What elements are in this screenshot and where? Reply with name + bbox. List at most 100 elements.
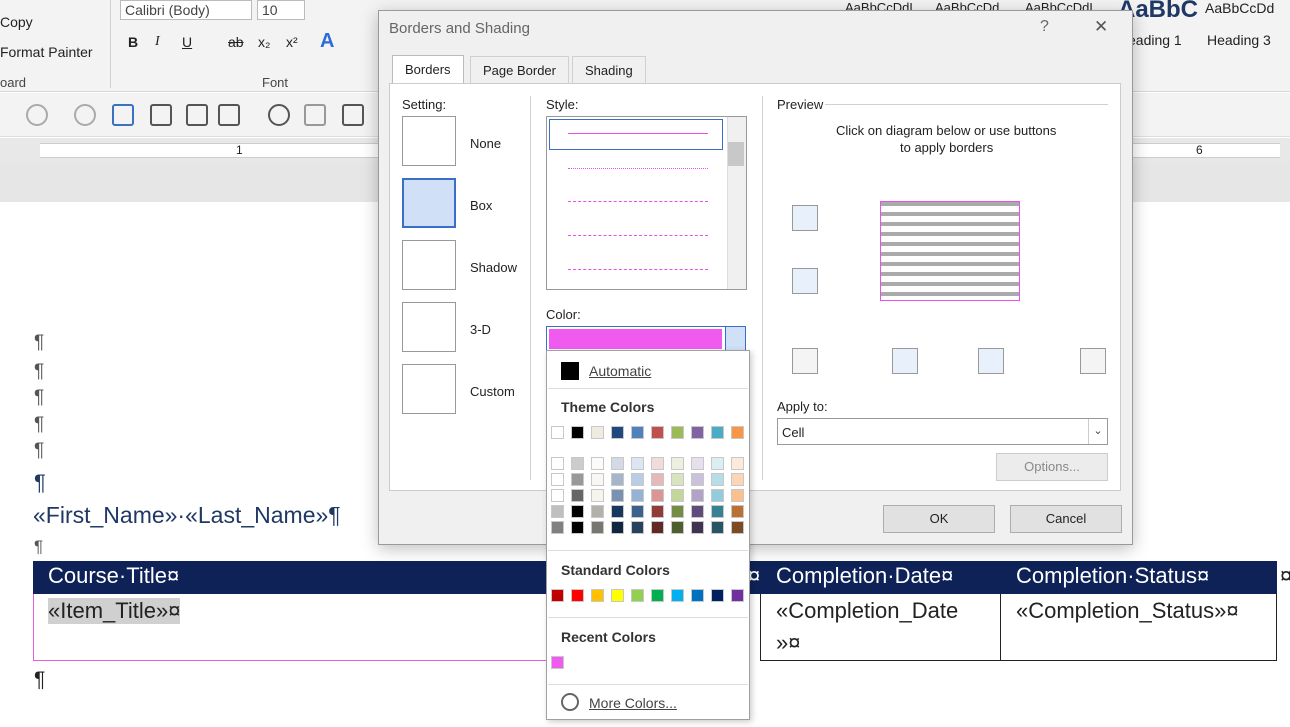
font-size-field[interactable]: 10	[257, 0, 305, 20]
theme-shade-swatch[interactable]	[611, 521, 624, 534]
setting-box-icon[interactable]	[402, 178, 456, 228]
tab-borders[interactable]: Borders	[392, 55, 464, 84]
tab-shading[interactable]: Shading	[572, 56, 646, 83]
setting-shadow-icon[interactable]	[402, 240, 456, 290]
theme-shade-swatch[interactable]	[571, 505, 584, 518]
theme-shade-swatch[interactable]	[591, 521, 604, 534]
standard-color-swatch[interactable]	[711, 589, 724, 602]
style-list-selected[interactable]	[549, 119, 723, 150]
theme-shade-swatch[interactable]	[711, 505, 724, 518]
setting-shadow-label[interactable]: Shadow	[470, 260, 517, 275]
standard-color-swatch[interactable]	[651, 589, 664, 602]
subscript-icon[interactable]: x₂	[258, 34, 270, 50]
completion-date-field[interactable]: «Completion_Date	[776, 598, 958, 624]
theme-color-swatch[interactable]	[671, 426, 684, 439]
theme-color-swatch[interactable]	[551, 426, 564, 439]
style-dashed-line[interactable]	[568, 201, 708, 202]
theme-shade-swatch[interactable]	[711, 489, 724, 502]
ok-button[interactable]: OK	[883, 505, 995, 533]
theme-shade-swatch[interactable]	[571, 457, 584, 470]
theme-shade-swatch[interactable]	[611, 473, 624, 486]
theme-shade-swatch[interactable]	[651, 489, 664, 502]
theme-shade-swatch[interactable]	[611, 489, 624, 502]
theme-color-swatch[interactable]	[651, 426, 664, 439]
theme-shade-swatch[interactable]	[691, 521, 704, 534]
standard-color-swatch[interactable]	[691, 589, 704, 602]
preview-diagram[interactable]	[880, 201, 1020, 301]
close-icon[interactable]: ✕	[1094, 17, 1108, 37]
theme-shade-swatch[interactable]	[691, 489, 704, 502]
style-dash-dot-line[interactable]	[568, 269, 708, 270]
name-merge-line[interactable]: «First_Name»·«Last_Name»¶	[33, 502, 341, 529]
theme-shade-swatch[interactable]	[551, 457, 564, 470]
redo-icon[interactable]	[74, 104, 96, 126]
theme-shade-swatch[interactable]	[671, 473, 684, 486]
theme-color-swatch[interactable]	[571, 426, 584, 439]
format-painter-button[interactable]: Format Painter	[0, 44, 93, 60]
theme-shade-swatch[interactable]	[671, 521, 684, 534]
edit-icon[interactable]	[150, 104, 172, 126]
style-scroll-thumb[interactable]	[728, 142, 744, 166]
superscript-icon[interactable]: x²	[286, 34, 298, 50]
automatic-option[interactable]: Automatic	[589, 363, 651, 379]
diagonal-down-button[interactable]	[792, 348, 818, 374]
theme-shade-swatch[interactable]	[711, 521, 724, 534]
undo-icon[interactable]	[26, 104, 48, 126]
theme-shade-swatch[interactable]	[671, 457, 684, 470]
strikethrough-icon[interactable]: ab	[228, 34, 244, 50]
style-dotted-line[interactable]	[568, 168, 708, 169]
options-button[interactable]: Options...	[996, 453, 1108, 481]
sitemap-icon[interactable]	[186, 104, 208, 126]
recent-color-swatch[interactable]	[551, 656, 564, 669]
save-icon[interactable]	[342, 104, 364, 126]
theme-shade-swatch[interactable]	[711, 473, 724, 486]
theme-shade-swatch[interactable]	[691, 457, 704, 470]
theme-shade-swatch[interactable]	[551, 473, 564, 486]
left-border-button[interactable]	[892, 348, 918, 374]
theme-shade-swatch[interactable]	[591, 505, 604, 518]
apply-to-select[interactable]: Cell	[777, 418, 1108, 445]
header-completion-status[interactable]: Completion·Status¤	[1016, 563, 1209, 589]
theme-shade-swatch[interactable]	[571, 489, 584, 502]
standard-color-swatch[interactable]	[551, 589, 564, 602]
theme-shade-swatch[interactable]	[551, 505, 564, 518]
standard-color-swatch[interactable]	[631, 589, 644, 602]
theme-shade-swatch[interactable]	[631, 505, 644, 518]
theme-shade-swatch[interactable]	[651, 505, 664, 518]
inside-horizontal-button[interactable]	[792, 268, 818, 294]
copy-button[interactable]: Copy	[0, 14, 33, 30]
item-title-field[interactable]: «Item_Title»¤	[48, 598, 181, 624]
bold-icon[interactable]: B	[128, 34, 138, 50]
theme-shade-swatch[interactable]	[671, 505, 684, 518]
setting-box-label[interactable]: Box	[470, 198, 492, 213]
help-button[interactable]: ?	[1040, 18, 1049, 36]
theme-shade-swatch[interactable]	[631, 457, 644, 470]
theme-color-swatch[interactable]	[631, 426, 644, 439]
more-colors-option[interactable]: More Colors...	[589, 695, 677, 711]
theme-shade-swatch[interactable]	[651, 521, 664, 534]
setting-none-label[interactable]: None	[470, 136, 501, 151]
spelling-icon[interactable]	[304, 104, 326, 126]
theme-shade-swatch[interactable]	[651, 457, 664, 470]
diagonal-up-button[interactable]	[1080, 348, 1106, 374]
underline-icon[interactable]: U	[182, 34, 192, 50]
top-border-button[interactable]	[792, 205, 818, 231]
theme-shade-swatch[interactable]	[731, 457, 744, 470]
setting-none-icon[interactable]	[402, 116, 456, 166]
cancel-button[interactable]: Cancel	[1010, 505, 1122, 533]
standard-color-swatch[interactable]	[611, 589, 624, 602]
theme-shade-swatch[interactable]	[691, 473, 704, 486]
setting-3d-icon[interactable]	[402, 302, 456, 352]
theme-shade-swatch[interactable]	[571, 473, 584, 486]
theme-shade-swatch[interactable]	[591, 457, 604, 470]
header-course-title[interactable]: Course·Title¤	[48, 563, 179, 589]
theme-shade-swatch[interactable]	[611, 505, 624, 518]
standard-color-swatch[interactable]	[571, 589, 584, 602]
theme-shade-swatch[interactable]	[711, 457, 724, 470]
apply-to-chevron-down-icon[interactable]: ⌄	[1088, 419, 1107, 444]
font-name-field[interactable]: Calibri (Body)	[120, 0, 252, 20]
find-icon[interactable]	[268, 104, 290, 126]
theme-shade-swatch[interactable]	[731, 489, 744, 502]
style-solid-line[interactable]	[568, 133, 708, 134]
theme-shade-swatch[interactable]	[611, 457, 624, 470]
